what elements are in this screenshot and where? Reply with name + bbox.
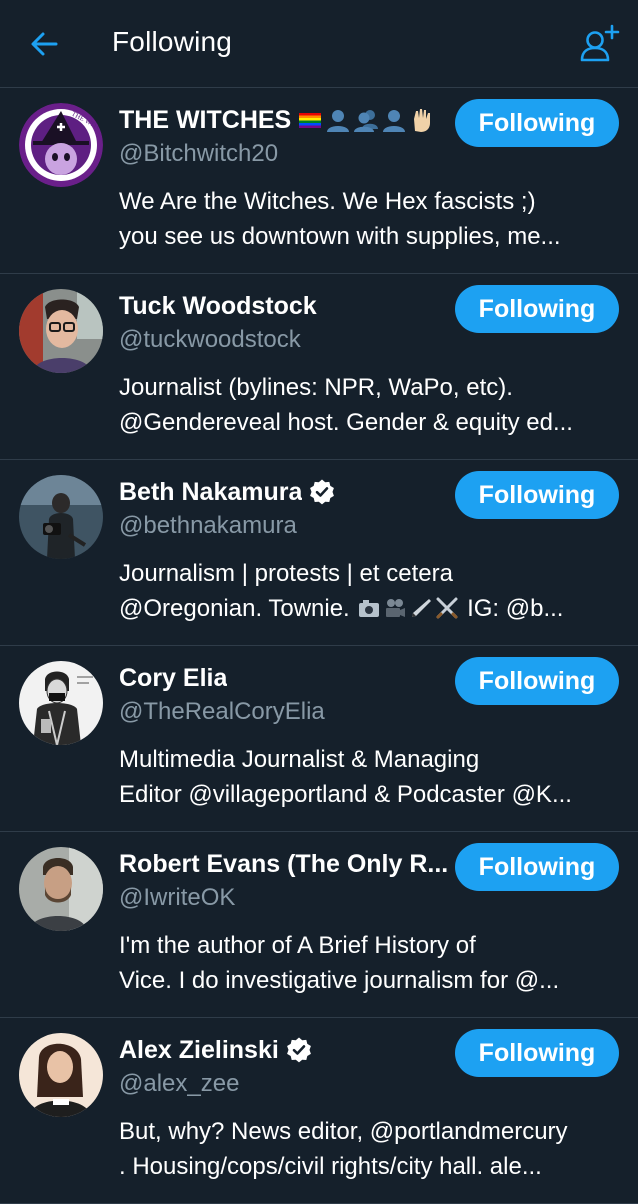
following-button[interactable]: Following <box>455 285 619 333</box>
following-button[interactable]: Following <box>455 1029 619 1077</box>
name-line: Cory Elia <box>119 661 454 695</box>
bio-line: Vice. I do investigative journalism for … <box>119 967 560 994</box>
avatar[interactable] <box>19 475 103 559</box>
following-button[interactable]: Following <box>455 843 619 891</box>
bio-line: . Housing/cops/civil rights/city hall. a… <box>119 1153 542 1180</box>
raised-hand-icon <box>414 109 431 132</box>
name-line: Robert Evans (The Only R... <box>119 847 454 881</box>
bio-text: IG: @b... <box>467 595 564 622</box>
bio-line: @Oregonian. Townie. IG: @b... <box>119 591 624 626</box>
user-name[interactable]: Cory Elia <box>119 664 227 693</box>
arrow-left-icon[interactable] <box>28 28 60 60</box>
user-bio: We Are the Witches. We Hex fascists ;) y… <box>119 184 624 254</box>
movie-camera-icon <box>386 599 406 617</box>
following-button[interactable]: Following <box>455 657 619 705</box>
bio-line: I'm the author of A Brief History of <box>119 932 476 959</box>
bio-line: @Gendereveal host. Gender & equity ed... <box>119 409 573 436</box>
bio-line: Editor @villageportland & Podcaster @K..… <box>119 781 572 808</box>
page-title: Following <box>112 26 233 57</box>
bio-line: But, why? News editor, @portlandmercury <box>119 1118 568 1145</box>
bio-line: you see us downtown with supplies, me... <box>119 223 561 250</box>
following-button[interactable]: Following <box>455 99 619 147</box>
avatar[interactable] <box>19 1033 103 1117</box>
pen-icon <box>412 599 432 617</box>
user-row[interactable]: Robert Evans (The Only R... @IwriteOK I'… <box>0 832 638 1018</box>
bio-line: We Are the Witches. We Hex fascists ;) <box>119 188 536 215</box>
user-handle: @bethnakamura <box>119 512 297 539</box>
bio-line: Multimedia Journalist & Managing <box>119 746 480 773</box>
user-bio: Journalist (bylines: NPR, WaPo, etc). @G… <box>119 370 624 440</box>
avatar[interactable] <box>19 289 103 373</box>
bust-silhouette-icon <box>383 110 406 132</box>
verified-badge-icon <box>310 479 335 505</box>
user-name[interactable]: Alex Zielinski <box>119 1036 279 1065</box>
busts-silhouette-icon <box>354 110 379 132</box>
name-line: THE WITCHES <box>119 103 454 137</box>
user-row[interactable]: Tuck Woodstock @tuckwoodstock Journalist… <box>0 274 638 460</box>
user-handle: @alex_zee <box>119 1070 240 1097</box>
name-emojis <box>297 107 437 133</box>
bio-text: @Oregonian. Townie. <box>119 595 350 622</box>
bio-line: Journalism | protests | et cetera <box>119 560 453 587</box>
user-name[interactable]: Beth Nakamura <box>119 478 302 507</box>
rainbow-flag-icon <box>299 113 322 128</box>
crossed-swords-icon <box>436 597 458 619</box>
user-handle: @IwriteOK <box>119 884 236 911</box>
avatar[interactable] <box>19 847 103 931</box>
bio-line: Journalist (bylines: NPR, WaPo, etc). <box>119 374 513 401</box>
bust-silhouette-icon <box>327 110 350 132</box>
name-line: Alex Zielinski <box>119 1033 454 1067</box>
user-row[interactable]: Cory Elia @TheRealCoryElia Multimedia Jo… <box>0 646 638 832</box>
user-handle: @TheRealCoryElia <box>119 698 325 725</box>
user-bio: But, why? News editor, @portlandmercury … <box>119 1114 624 1184</box>
user-bio: Multimedia Journalist & Managing Editor … <box>119 742 624 812</box>
following-list: THE WITCHES THE WITCHES @Bitchwitch20 We… <box>0 88 638 1204</box>
user-name[interactable]: Robert Evans (The Only R... <box>119 850 448 879</box>
following-button[interactable]: Following <box>455 471 619 519</box>
user-name[interactable]: Tuck Woodstock <box>119 292 317 321</box>
user-bio: I'm the author of A Brief History of Vic… <box>119 928 624 998</box>
user-name[interactable]: THE WITCHES <box>119 106 291 135</box>
avatar[interactable]: THE WITCHES <box>19 103 103 187</box>
add-user-icon[interactable] <box>578 22 622 64</box>
name-line: Beth Nakamura <box>119 475 454 509</box>
top-bar: Following <box>0 0 638 88</box>
avatar[interactable] <box>19 661 103 745</box>
user-row[interactable]: THE WITCHES THE WITCHES @Bitchwitch20 We… <box>0 88 638 274</box>
user-row[interactable]: Alex Zielinski @alex_zee But, why? News … <box>0 1018 638 1204</box>
user-handle: @tuckwoodstock <box>119 326 301 353</box>
user-row[interactable]: Beth Nakamura @bethnakamura Journalism |… <box>0 460 638 646</box>
verified-badge-icon <box>286 1037 311 1063</box>
camera-flash-icon <box>359 600 380 617</box>
user-handle: @Bitchwitch20 <box>119 140 279 167</box>
user-bio: Journalism | protests | et cetera @Orego… <box>119 556 624 626</box>
name-line: Tuck Woodstock <box>119 289 454 323</box>
